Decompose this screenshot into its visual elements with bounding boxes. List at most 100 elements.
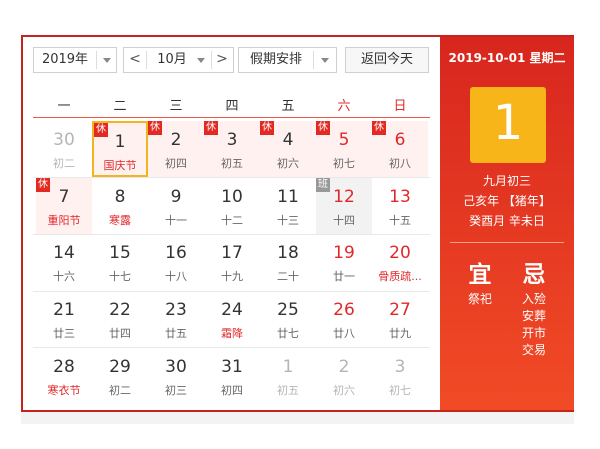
selected-date-line: 2019-10-01 星期二 (448, 51, 566, 65)
lunar-label: 初四 (221, 383, 243, 397)
day-cell[interactable]: 22 廿四 (92, 291, 148, 347)
chevron-down-icon[interactable] (197, 58, 205, 63)
holiday-badge: 休 (36, 177, 50, 192)
day-number: 13 (389, 186, 411, 207)
lunar-label: 初五 (221, 157, 243, 170)
year-select[interactable]: 2019年 (33, 47, 117, 73)
day-number: 31 (221, 356, 243, 377)
lunar-label: 十九 (221, 270, 243, 284)
lunar-label: 十一 (165, 213, 187, 227)
day-cell[interactable]: 5 初七休 (316, 121, 372, 177)
day-cell[interactable]: 8 寒露 (92, 178, 148, 234)
lunar-label: 廿五 (165, 327, 187, 341)
lunar-label: 初二 (53, 157, 75, 170)
lunar-label: 寒衣节 (47, 383, 81, 397)
day-number: 2 (338, 356, 350, 377)
day-cell[interactable]: 24 霜降 (204, 291, 260, 347)
lunar-label: 国庆节 (103, 159, 137, 172)
weekday-underline (33, 117, 430, 118)
day-cell[interactable]: 29 初二 (92, 348, 148, 404)
next-month-button[interactable]: > (211, 48, 233, 72)
day-cell[interactable]: 9 十一 (148, 178, 204, 234)
day-cell[interactable]: 14 十六 (36, 234, 92, 290)
prev-month-button[interactable]: < (124, 48, 146, 72)
row-divider (33, 233, 430, 235)
weekday-wed: 三 (169, 99, 183, 114)
back-to-today-button[interactable]: 返回今天 (345, 47, 429, 73)
lunar-label: 廿九 (389, 327, 411, 341)
day-cell[interactable]: 23 廿五 (148, 291, 204, 347)
day-number: 22 (109, 300, 131, 321)
day-number: 19 (333, 243, 355, 264)
holiday-badge: 休 (372, 121, 386, 135)
day-cell[interactable]: 17 十九 (204, 234, 260, 290)
holiday-badge: 休 (260, 121, 274, 135)
holiday-select-label: 假期安排 (249, 52, 302, 67)
day-cell[interactable]: 26 廿八 (316, 291, 372, 347)
day-number: 28 (53, 356, 75, 377)
ji-item: 安葬 (521, 309, 546, 323)
day-cell[interactable]: 1 国庆节休 (92, 121, 148, 177)
workday-badge: 班 (316, 177, 330, 192)
day-number: 23 (165, 300, 187, 321)
ganzhi-year: 己亥年 【猪年】 (463, 194, 551, 208)
day-number: 18 (277, 243, 299, 264)
day-cell[interactable]: 10 十二 (204, 178, 260, 234)
day-cell[interactable]: 21 廿三 (36, 291, 92, 347)
day-cell[interactable]: 27 廿九 (372, 291, 428, 347)
month-select-label[interactable]: 10月 (148, 48, 196, 72)
day-cell[interactable]: 3 初七 (372, 348, 428, 404)
day-cell[interactable]: 13 十五 (372, 178, 428, 234)
lunar-label: 廿三 (53, 327, 75, 341)
day-cell[interactable]: 28 寒衣节 (36, 348, 92, 404)
lunar-label: 十五 (389, 213, 411, 227)
month-divider-left (146, 51, 147, 69)
day-cell[interactable]: 11 十三 (260, 178, 316, 234)
day-cell[interactable]: 30 初三 (148, 348, 204, 404)
lunar-label: 十四 (333, 213, 355, 227)
lunar-label: 二十 (277, 270, 299, 284)
day-number: 21 (53, 300, 75, 321)
lunar-label: 重阳节 (47, 213, 81, 227)
day-cell[interactable]: 3 初五休 (204, 121, 260, 177)
day-cell[interactable]: 12 十四班 (316, 177, 372, 234)
day-cell[interactable]: 30 初二 (36, 121, 92, 177)
day-number: 26 (333, 300, 355, 321)
day-number: 24 (221, 300, 243, 321)
day-cell[interactable]: 31 初四 (204, 348, 260, 404)
widget-shadow (21, 412, 574, 424)
day-cell[interactable]: 15 十七 (92, 234, 148, 290)
ji-label: 忌 (522, 262, 546, 288)
day-cell[interactable]: 18 二十 (260, 234, 316, 290)
lunar-label: 初二 (109, 383, 131, 397)
day-cell[interactable]: 16 十八 (148, 234, 204, 290)
lunar-label: 十二 (221, 213, 243, 227)
day-cell[interactable]: 6 初八休 (372, 121, 428, 177)
day-cell[interactable]: 7 重阳节休 (36, 177, 92, 234)
lunar-label: 骨质疏... (378, 270, 422, 284)
lunar-label: 初七 (333, 157, 355, 170)
ji-item: 开市 (521, 326, 546, 340)
day-number: 30 (165, 356, 187, 377)
calendar-widget: 2019年 < 10月 > 假期安排 返回今天 一 二 三 四 五 六 日 30… (21, 35, 574, 412)
day-cell[interactable]: 25 廿七 (260, 291, 316, 347)
holiday-badge: 休 (204, 121, 218, 135)
day-cell[interactable]: 2 初六 (316, 348, 372, 404)
day-number: 11 (277, 186, 299, 207)
lunar-label: 初七 (389, 383, 411, 397)
day-cell[interactable]: 19 廿一 (316, 234, 372, 290)
day-cell[interactable]: 20 骨质疏... (372, 234, 428, 290)
day-cell[interactable]: 2 初四休 (148, 121, 204, 177)
lunar-label: 寒露 (109, 213, 131, 227)
day-number: 25 (277, 300, 299, 321)
day-number: 29 (109, 356, 131, 377)
weekday-thu: 四 (225, 99, 239, 114)
lunar-label: 初六 (333, 383, 355, 397)
day-cell[interactable]: 1 初五 (260, 348, 316, 404)
holiday-select[interactable]: 假期安排 (238, 47, 337, 73)
day-cell[interactable]: 4 初六休 (260, 121, 316, 177)
ji-item: 交易 (521, 343, 546, 357)
lunar-label: 廿一 (333, 270, 355, 284)
day-number: 20 (389, 243, 411, 264)
day-detail-panel: 2019-10-01 星期二 1 九月初三 己亥年 【猪年】 癸酉月 辛未日 宜… (440, 37, 574, 410)
